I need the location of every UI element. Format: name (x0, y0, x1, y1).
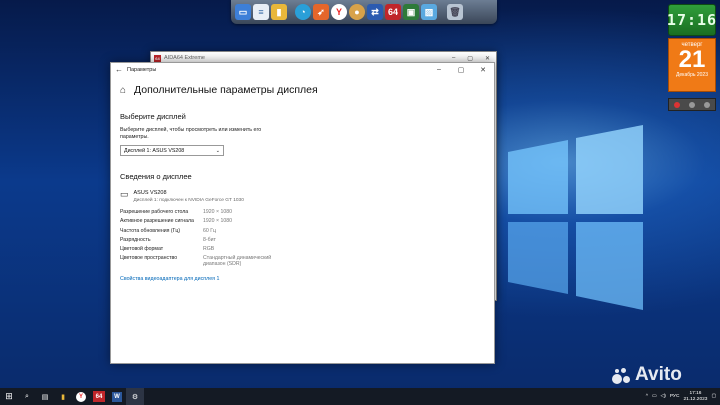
calendar-day: 21 (678, 46, 706, 73)
explorer-icon[interactable]: ▮ (54, 388, 72, 405)
chevron-down-icon: ⌄ (215, 147, 220, 154)
volume-icon[interactable]: ◁) (661, 394, 666, 399)
minimize-icon[interactable]: – (428, 63, 450, 76)
aida64-taskbar-label: 64 (93, 391, 105, 402)
minimize-icon[interactable]: – (452, 55, 455, 62)
page-header: ⌂ Дополнительные параметры дисплея (120, 84, 494, 96)
word-icon[interactable]: W (108, 388, 126, 405)
aida64-app-icon: 64 (154, 54, 161, 62)
notifications-icon[interactable]: ▢ (711, 394, 716, 399)
speed-icon[interactable]: ◔ (295, 4, 311, 20)
info-value: 1920 × 1080 (203, 218, 232, 225)
display-info-heading: Сведения о дисплее (120, 172, 192, 181)
display-summary: ▭ ASUS VS208 Дисплей 1: подключен к NVID… (120, 189, 494, 204)
info-row: Частота обновления (Гц) 60 Гц (120, 228, 494, 237)
info-value: Стандартный динамический диапазон (SDR) (203, 255, 272, 268)
close-icon[interactable]: ✕ (472, 63, 494, 76)
info-value: 8-бит (203, 236, 216, 243)
info-key: Цветовой формат (120, 246, 164, 253)
settings-window: ← Параметры – ▢ ✕ ⌂ Дополнительные парам… (110, 62, 495, 364)
computer-icon[interactable]: ▭ (235, 4, 251, 20)
display-name: ASUS VS208 (133, 190, 167, 196)
maximize-icon[interactable]: ▢ (467, 55, 473, 62)
document-icon[interactable]: ≡ (253, 4, 269, 20)
info-value: RGB (203, 246, 215, 253)
maximize-icon[interactable]: ▢ (450, 63, 472, 76)
image-icon[interactable]: ▨ (421, 4, 437, 20)
search-icon[interactable]: ⌕ (18, 388, 36, 405)
tray-date: 21.12.2023 (683, 396, 708, 402)
choose-display-description: Выберите дисплей, чтобы просмотреть или … (120, 127, 262, 140)
avito-logo-icon (612, 365, 632, 385)
avito-text: Avito (635, 364, 682, 385)
top-dock: ▭ ≡ ▮ ◔ ➶ Y ● ⇄ 64 ▣ ▨ 🗑 (231, 0, 497, 24)
power-widget (668, 98, 716, 111)
back-arrow-icon[interactable]: ← (111, 65, 127, 74)
network-icon[interactable]: ▭ (652, 394, 657, 399)
info-row: Цветовое пространство Стандартный динамич… (120, 255, 494, 270)
info-value: 60 Гц (203, 227, 216, 234)
task-view-icon[interactable]: ▤ (36, 388, 54, 405)
restart-icon[interactable] (688, 101, 695, 108)
settings-titlebar[interactable]: ← Параметры – ▢ ✕ (111, 63, 494, 76)
info-key: Разрешение рабочего стола (120, 209, 189, 215)
aida64-icon[interactable]: 64 (385, 4, 401, 20)
tray-clock[interactable]: 17:16 21.12.2023 (683, 391, 707, 403)
adapter-properties-link[interactable]: Свойства видеоадаптера для дисплея 1 (120, 276, 494, 282)
switch-icon[interactable]: ⇄ (367, 4, 383, 20)
system-tray: ^ ▭ ◁) РУС 17:16 21.12.2023 ▢ (646, 388, 720, 405)
window-controls: – ▢ ✕ (428, 63, 494, 76)
folder-icon[interactable]: ▮ (271, 4, 287, 20)
tray-chevron-icon[interactable]: ^ (646, 394, 648, 399)
avito-watermark: Avito (612, 364, 682, 386)
tray-language[interactable]: РУС (670, 394, 680, 399)
info-key: Разрядность (120, 236, 151, 243)
trash-icon[interactable]: 🗑 (447, 4, 463, 20)
start-button[interactable]: ⊞ (0, 388, 18, 405)
yandex-taskbar-icon[interactable]: Y (72, 388, 90, 405)
display-select[interactable]: Дисплей 1: ASUS VS208 ⌄ (120, 145, 224, 156)
choose-display-heading: Выберите дисплей (120, 112, 186, 121)
windows-logo-wallpaper (508, 125, 643, 310)
calendar-month-year: Декабрь 2023 (675, 72, 708, 78)
info-value: 1920 × 1080 (203, 209, 232, 215)
sleep-icon[interactable] (704, 101, 711, 108)
aida64-window-title: AIDA64 Extreme (164, 55, 205, 61)
bird-icon[interactable]: ➶ (313, 4, 329, 20)
display-connection: Дисплей 1: подключен к NVIDIA GeForce GT… (133, 198, 244, 203)
close-icon[interactable]: ✕ (485, 55, 490, 62)
info-row: Активное разрешение сигнала 1920 × 1080 (120, 218, 494, 227)
monitor-icon[interactable]: ▣ (403, 4, 419, 20)
home-icon[interactable]: ⌂ (120, 85, 126, 96)
settings-gear-icon[interactable]: ⚙ (126, 388, 144, 405)
taskbar: ⊞ ⌕ ▤ ▮ Y 64 W ⚙ ^ ▭ ◁) РУС 17:16 21.12.… (0, 388, 720, 405)
calendar-widget: четверг 21 Декабрь 2023 (668, 38, 716, 92)
display-select-value: Дисплей 1: ASUS VS208 (124, 147, 185, 154)
page-title: Дополнительные параметры дисплея (134, 84, 318, 96)
settings-window-title: Параметры (127, 66, 157, 73)
settings-content: ⌂ Дополнительные параметры дисплея Выбер… (111, 76, 494, 282)
info-key: Активное разрешение сигнала (120, 218, 194, 225)
monitor-icon: ▭ (120, 189, 129, 199)
info-row: Разрядность 8-бит (120, 237, 494, 246)
clock-time: 17:16 (666, 11, 718, 29)
display-info-table: Разрешение рабочего стола 1920 × 1080 Акт… (120, 209, 494, 270)
info-row: Разрешение рабочего стола 1920 × 1080 (120, 209, 494, 218)
globe-icon[interactable]: ● (349, 4, 365, 20)
clock-widget: 17:16 (666, 4, 718, 36)
info-row: Цветовой формат RGB (120, 246, 494, 255)
aida64-taskbar-icon[interactable]: 64 (90, 388, 108, 405)
power-icon[interactable] (673, 101, 680, 108)
info-key: Цветовое пространство (120, 255, 178, 262)
yandex-icon[interactable]: Y (331, 4, 347, 20)
info-key: Частота обновления (Гц) (120, 227, 181, 234)
